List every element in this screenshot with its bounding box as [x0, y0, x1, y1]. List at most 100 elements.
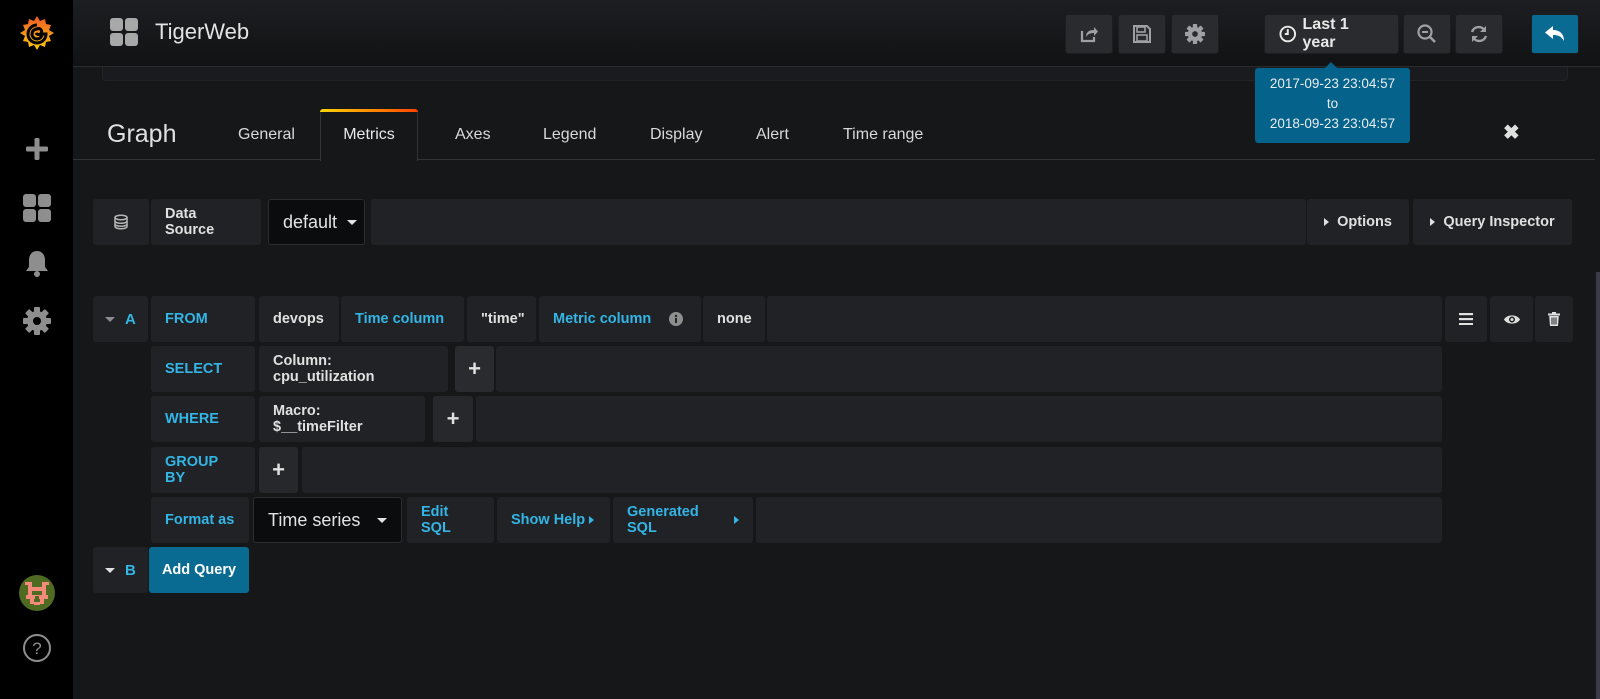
generated-sql-toggle[interactable]: Generated SQL [613, 497, 753, 543]
info-icon[interactable] [669, 312, 684, 326]
dashboards-icon [110, 18, 138, 46]
time-picker-label: Last 1 year [1302, 16, 1349, 51]
caret-right-icon [734, 516, 739, 524]
caret-down-icon [105, 567, 115, 573]
scrollbar[interactable] [1596, 272, 1600, 699]
save-dashboard-button[interactable] [1118, 14, 1166, 54]
user-avatar[interactable] [0, 575, 73, 611]
options-label: Options [1337, 214, 1392, 230]
query-b-collapse-toggle[interactable]: B [93, 547, 148, 593]
dashboards-icon[interactable] [0, 193, 73, 223]
gear-icon [1185, 24, 1205, 44]
edit-sql-button[interactable]: Edit SQL [407, 497, 494, 543]
add-query-button[interactable]: Add Query [149, 547, 249, 593]
share-icon [1080, 27, 1098, 43]
select-column-part[interactable]: Column: cpu_utilization [259, 346, 448, 392]
back-to-dashboard-button[interactable] [1531, 14, 1579, 54]
remove-query-button[interactable] [1535, 296, 1573, 342]
add-where-button[interactable]: + [433, 396, 473, 442]
time-range-tooltip: 2017-09-23 23:04:57 to 2018-09-23 23:04:… [1255, 62, 1410, 143]
metric-column-label: Metric column [539, 296, 701, 342]
metric-column-select[interactable]: none [703, 296, 765, 342]
clock-icon [1279, 25, 1297, 43]
bell-icon[interactable] [0, 248, 73, 280]
dashboard-title[interactable]: TigerWeb [110, 18, 249, 46]
zoom-out-button[interactable] [1403, 14, 1451, 54]
time-column-label: Time column [341, 296, 464, 342]
dashboard-navbar: TigerWeb Last 1 year [73, 0, 1600, 67]
from-keyword: FROM [151, 296, 255, 342]
query-a-collapse-toggle[interactable]: A [93, 296, 148, 342]
share-button[interactable] [1065, 14, 1113, 54]
eye-icon [1503, 314, 1520, 324]
add-select-button[interactable]: + [455, 346, 494, 392]
tab-display[interactable]: Display [650, 126, 702, 144]
dashboard-settings-button[interactable] [1171, 14, 1219, 54]
table-select[interactable]: devops [259, 296, 339, 342]
tab-time-range[interactable]: Time range [843, 126, 923, 144]
query-ref-b: B [125, 561, 136, 579]
group-by-row-filler [302, 447, 1442, 493]
show-help-toggle[interactable]: Show Help [497, 497, 610, 543]
tab-alert[interactable]: Alert [756, 126, 789, 144]
time-column-select[interactable]: "time" [467, 296, 536, 342]
caret-right-icon [1430, 218, 1436, 226]
tab-metrics[interactable]: Metrics [320, 109, 418, 161]
format-row-filler [756, 497, 1442, 543]
caret-down-icon [347, 219, 358, 225]
close-editor-icon[interactable]: ✖ [1503, 120, 1520, 145]
refresh-icon [1470, 25, 1488, 43]
dashboard-title-text: TigerWeb [155, 19, 250, 44]
tab-legend[interactable]: Legend [543, 126, 596, 144]
gear-icon[interactable] [0, 305, 73, 337]
refresh-button[interactable] [1455, 14, 1503, 54]
group-by-keyword: GROUP BY [151, 447, 255, 493]
add-group-by-button[interactable]: + [259, 447, 298, 493]
select-row-filler [496, 346, 1442, 392]
caret-right-icon [1324, 218, 1330, 226]
grafana-logo-icon[interactable] [0, 12, 73, 56]
data-source-value: default [283, 211, 338, 232]
select-keyword: SELECT [151, 346, 255, 392]
where-keyword: WHERE [151, 396, 255, 442]
query-inspector-label: Query Inspector [1443, 214, 1555, 230]
query-ref-a: A [125, 310, 136, 328]
save-icon [1133, 25, 1151, 43]
plus-icon[interactable] [0, 135, 73, 163]
format-as-select[interactable]: Time series [253, 497, 402, 543]
zoom-out-icon [1417, 24, 1436, 43]
show-help-label: Show Help [511, 512, 586, 528]
format-as-value: Time series [268, 509, 361, 530]
time-picker-button[interactable]: Last 1 year [1264, 14, 1399, 54]
tab-metrics-label: Metrics [343, 126, 395, 143]
from-row-filler [767, 296, 1442, 342]
tab-axes[interactable]: Axes [455, 126, 491, 144]
caret-right-icon [589, 516, 595, 524]
where-row-filler [476, 396, 1442, 442]
tooltip-separator: to [1326, 96, 1339, 111]
back-arrow-icon [1545, 26, 1564, 41]
hamburger-icon [1459, 313, 1473, 325]
svg-text:?: ? [32, 639, 41, 658]
format-as-label: Format as [151, 497, 249, 543]
tooltip-from: 2017-09-23 23:04:57 [1269, 76, 1396, 91]
options-toggle[interactable]: Options [1307, 199, 1409, 245]
side-menu: ? [0, 0, 73, 699]
toggle-query-visibility-button[interactable] [1490, 296, 1533, 342]
query-inspector-toggle[interactable]: Query Inspector [1413, 199, 1572, 245]
data-source-label: Data Source [151, 199, 261, 245]
query-menu-button[interactable] [1445, 296, 1487, 342]
panel-editor-title: Graph [107, 120, 177, 148]
metric-column-text: Metric column [553, 311, 652, 327]
tooltip-to: 2018-09-23 23:04:57 [1269, 116, 1396, 131]
help-icon[interactable]: ? [0, 632, 73, 664]
caret-down-icon [105, 316, 115, 322]
data-source-select[interactable]: default [268, 199, 365, 245]
database-icon [93, 199, 149, 245]
tab-general[interactable]: General [238, 126, 295, 144]
where-macro-part[interactable]: Macro: $__timeFilter [259, 396, 425, 442]
data-source-filler [371, 199, 1306, 245]
trash-icon [1548, 312, 1560, 326]
generated-sql-label: Generated SQL [627, 504, 699, 536]
caret-down-icon [377, 517, 387, 523]
